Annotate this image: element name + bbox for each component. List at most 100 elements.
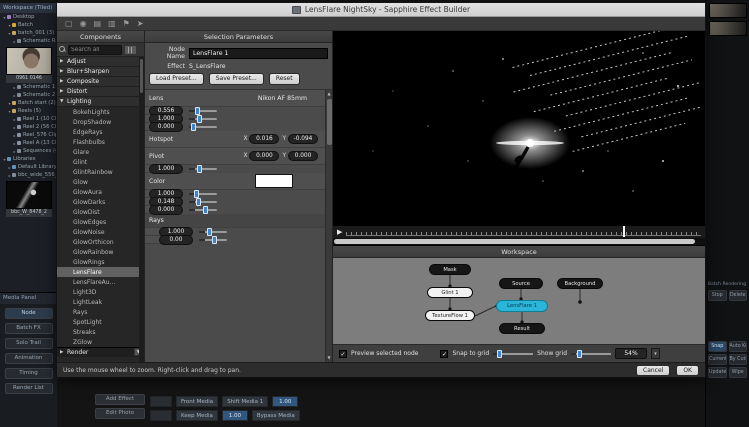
component-glowdarks[interactable]: GlowDarks [57,197,144,207]
wipe-button[interactable]: Wipe [729,367,748,378]
category-distort[interactable]: ▶Distort [57,87,144,97]
delete-button[interactable]: Delete [729,290,748,301]
timeline-ruler[interactable] [346,228,701,236]
keep-media-button[interactable]: Keep Media [176,410,218,421]
component-glowedges[interactable]: GlowEdges [57,217,144,227]
sidebar-item-batch[interactable]: ▾Batch [0,21,56,29]
workspace-zoom-slider[interactable] [571,350,611,358]
components-scrollbar[interactable] [139,57,144,362]
zoom-level-dropdown[interactable]: 54% [615,348,647,359]
node-source[interactable]: Source [499,278,543,289]
animation-button[interactable]: Animation [5,353,53,364]
sidebar-item-libraries[interactable]: ▾Libraries [0,155,56,163]
sidebar-item-bbc-wide-556-1[interactable]: ▸bbc_wide_556_1 [0,171,56,179]
component-flashbulbs[interactable]: Flashbulbs [57,137,144,147]
param-x-pivot[interactable]: 0.000 [249,151,279,161]
color-swatch[interactable] [255,174,293,188]
param-y-pivot[interactable]: 0.000 [288,151,318,161]
playhead[interactable] [623,226,625,237]
front-media-button[interactable]: Front Media [176,396,218,407]
auto-key-button[interactable]: Auto Key [729,341,748,352]
param-y-hotspot[interactable]: -0.094 [288,134,318,144]
bypass-media-button[interactable]: Bypass Media [252,410,300,421]
component-edgerays[interactable]: EdgeRays [57,127,144,137]
param-slider-blur-flare[interactable] [189,123,217,131]
component-glowrainbow[interactable]: GlowRainbow [57,247,144,257]
node-mask[interactable]: Mask [429,264,471,275]
edit-photo-button[interactable]: Edit Photo [95,408,145,419]
component-glare[interactable]: Glare [57,147,144,157]
sidebar-item-reels-5[interactable]: ▾Reels (5) [0,107,56,115]
solo-trail-button[interactable]: Solo Trail [5,338,53,349]
node-result[interactable]: Result [499,323,545,334]
save-icon[interactable]: ▥ [108,20,116,28]
component-streaks[interactable]: Streaks [57,327,144,337]
info-icon[interactable]: ◉ [80,20,87,28]
component-lensflareau[interactable]: LensFlareAu... [57,277,144,287]
grid-size-slider[interactable] [493,350,533,358]
by-cutout-button[interactable]: By Cutout [729,354,748,365]
slider-thumb[interactable] [197,165,202,173]
component-glowrings[interactable]: GlowRings [57,257,144,267]
category-composite[interactable]: ▶Composite [57,77,144,87]
preview-selected-checkbox[interactable]: ✓ [339,350,347,358]
component-glowaura[interactable]: GlowAura [57,187,144,197]
node-textureflow-1[interactable]: TextureFlow 1 [425,310,475,321]
component-glintrainbow[interactable]: GlintRainbow [57,167,144,177]
component-lightleak[interactable]: LightLeak [57,297,144,307]
cancel-button[interactable]: Cancel [636,365,670,376]
save-preset-button[interactable]: Save Preset... [209,73,264,85]
search-input[interactable] [68,45,122,55]
component-glint[interactable]: Glint [57,157,144,167]
dialog-titlebar[interactable]: LensFlare NightSky - Sapphire Effect Bui… [57,3,705,17]
category-blur-sharpen[interactable]: ▶Blur+Sharpen [57,67,144,77]
current-button[interactable]: Current [708,354,727,365]
sidebar-item-reel-576-clip[interactable]: ▸Reel_576 Clip [0,131,56,139]
node-button[interactable]: Node [5,308,53,319]
snap-button[interactable]: Snap [708,341,727,352]
matte-value-field[interactable]: 1.00 [222,410,248,421]
node-background[interactable]: Background [557,278,603,289]
filter-button[interactable] [124,45,137,55]
component-spotlight[interactable]: SpotLight [57,317,144,327]
slider-thumb[interactable] [196,198,201,206]
param-slider-rays-rotate[interactable] [199,236,227,244]
slider-thumb[interactable] [212,236,217,244]
scroll-down-icon[interactable]: ▼ [327,354,330,362]
clip-thumbnail[interactable] [6,47,52,75]
sidebar-item-batch-start-2[interactable]: ▾Batch start (2) [0,99,56,107]
shift-media-1-button[interactable]: Shift Media 1 [222,396,268,407]
component-rays[interactable]: Rays [57,307,144,317]
param-slider-hue-shift[interactable] [189,206,217,214]
param-slider-saturation[interactable] [189,198,217,206]
matte-value-field[interactable]: 1.00 [272,396,298,407]
node-lensflare-1[interactable]: LensFlare 1 [496,300,548,312]
component-glowdist[interactable]: GlowDist [57,207,144,217]
param-value-blur-flare[interactable]: 0.000 [149,122,183,132]
param-value-rays-rotate[interactable]: 0.00 [159,235,193,245]
zoom-stepper[interactable]: ▾ [651,348,660,359]
param-slider-gamma[interactable] [189,190,217,198]
sidebar-item-batch-001-3[interactable]: ▾batch_001 (3) [0,29,56,37]
param-value-hue-shift[interactable]: 0.000 [149,205,183,215]
category-render[interactable]: ▶Render▼ [57,347,144,357]
component-bokehlights[interactable]: BokehLights [57,107,144,117]
param-section-value[interactable]: Nikon AF 85mm [258,95,307,102]
category-adjust[interactable]: ▶Adjust [57,57,144,67]
component-glownoise[interactable]: GlowNoise [57,227,144,237]
param-value-brightness[interactable]: 1.000 [149,164,183,174]
param-slider-rays-brightness[interactable] [199,228,227,236]
component-lensflare[interactable]: LensFlare [57,267,144,277]
slider-thumb[interactable] [195,107,200,115]
sidebar-item-desktop[interactable]: ▾Desktop [0,13,56,21]
param-slider-rel-heights[interactable] [189,115,217,123]
open-folder-icon[interactable]: ▤ [94,20,102,28]
reset-button[interactable]: Reset [269,73,300,85]
scroll-up-icon[interactable]: ▲ [327,90,330,98]
sidebar-item-schematic-r[interactable]: ▸Schematic R... [0,37,56,45]
sidebar-item-sequences-4[interactable]: ▸Sequences (4) [0,147,56,155]
workspace-canvas[interactable]: MaskGlint 1TextureFlow 1SourceLensFlare … [333,258,705,344]
snap-to-grid-checkbox[interactable]: ✓ [440,350,448,358]
timing-button[interactable]: Timing [5,368,53,379]
flag-icon[interactable]: ⚑ [123,20,130,28]
